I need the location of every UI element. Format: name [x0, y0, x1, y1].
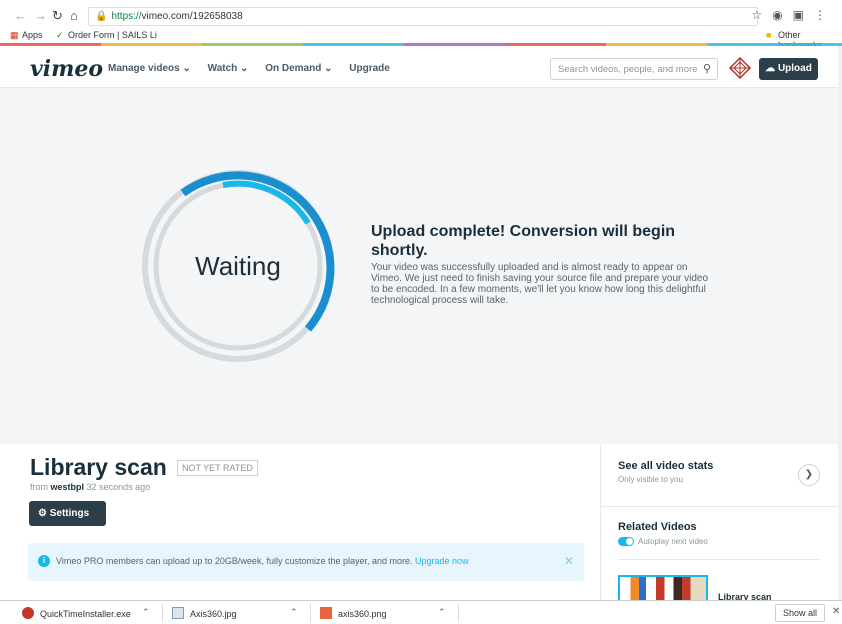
- address-bar[interactable]: 🔒 https://vimeo.com/192658038: [88, 7, 758, 26]
- related-video-thumbnail[interactable]: [618, 575, 708, 600]
- bookmark-icon: ✓: [56, 30, 64, 40]
- address-row: ← → ↻ ⌂ 🔒 https://vimeo.com/192658038 ☆◉▣…: [0, 6, 842, 28]
- upload-button[interactable]: ☁ Upload: [759, 58, 818, 80]
- search-icon[interactable]: ⚲: [703, 62, 711, 75]
- download-filename: Axis360.jpg: [190, 609, 237, 619]
- download-item[interactable]: axis360.png ⌃: [320, 607, 446, 619]
- page-scrollbar[interactable]: [838, 46, 842, 600]
- info-icon: i: [38, 555, 50, 567]
- search-input[interactable]: Search videos, people, and more ⚲: [550, 58, 718, 80]
- bookmark-apps[interactable]: Apps: [22, 30, 43, 40]
- video-info-panel: Library scan NOT YET RATED from westbpl …: [0, 444, 600, 600]
- autoplay-toggle[interactable]: [618, 537, 634, 546]
- divider: [310, 604, 311, 622]
- folder-icon: ■: [766, 30, 772, 40]
- nav-upgrade[interactable]: Upgrade: [349, 63, 390, 74]
- image-file-icon: [172, 607, 184, 619]
- video-stats-link[interactable]: See all video stats: [618, 460, 713, 472]
- close-icon[interactable]: ✕: [832, 606, 840, 617]
- download-bar: QuickTimeInstaller.exe ⌃ Axis360.jpg ⌃ a…: [0, 600, 842, 624]
- settings-label: Settings: [49, 508, 90, 519]
- upload-label: Upload: [777, 63, 812, 74]
- divider: [618, 559, 821, 560]
- promo-text: Vimeo PRO members can upload up to 20GB/…: [56, 556, 413, 566]
- byline-from: from: [30, 482, 48, 492]
- reload-icon[interactable]: ↻: [52, 8, 63, 24]
- divider: [162, 604, 163, 622]
- video-byline: from westbpl 32 seconds ago: [30, 482, 150, 492]
- close-icon[interactable]: ✕: [564, 554, 574, 568]
- url-text: vimeo.com/192658038: [141, 11, 243, 22]
- back-icon[interactable]: ←: [14, 8, 27, 23]
- vimeo-logo[interactable]: vimeo: [30, 56, 103, 82]
- video-title: Library scan: [30, 454, 167, 480]
- nav-watch[interactable]: Watch ⌄: [208, 63, 249, 74]
- show-all-button[interactable]: Show all: [775, 604, 825, 622]
- chevron-right-icon[interactable]: ❯: [798, 464, 820, 486]
- upload-time: 32 seconds ago: [86, 482, 151, 492]
- upload-complete-body: Your video was successfully uploaded and…: [371, 262, 709, 306]
- main-nav: Manage videos ⌄ Watch ⌄ On Demand ⌄ Upgr…: [108, 63, 404, 74]
- chevron-up-icon[interactable]: ⌃: [290, 607, 298, 618]
- user-avatar-icon[interactable]: [728, 56, 752, 80]
- browser-chrome: ← → ↻ ⌂ 🔒 https://vimeo.com/192658038 ☆◉▣…: [0, 0, 842, 50]
- lock-icon: 🔒: [95, 11, 108, 22]
- gear-icon: ⚙: [38, 508, 50, 519]
- chevron-up-icon[interactable]: ⌃: [142, 607, 150, 618]
- apps-grid-icon[interactable]: ▦: [10, 30, 19, 41]
- extension-icons[interactable]: ☆◉▣⋮: [751, 8, 836, 22]
- waiting-status: Waiting: [195, 251, 281, 281]
- upload-complete-title: Upload complete! Conversion will begin s…: [371, 223, 676, 259]
- download-filename: axis360.png: [338, 609, 387, 619]
- sidebar: See all video stats Only visible to you …: [600, 444, 839, 602]
- download-item[interactable]: QuickTimeInstaller.exe ⌃: [22, 607, 150, 619]
- bookmark-order-form[interactable]: Order Form | SAILS Li: [68, 30, 157, 40]
- uploader-link[interactable]: westbpl: [51, 482, 85, 492]
- download-filename: QuickTimeInstaller.exe: [40, 609, 131, 619]
- related-videos-heading: Related Videos: [618, 521, 697, 533]
- divider: [458, 604, 459, 622]
- home-icon[interactable]: ⌂: [70, 8, 78, 23]
- chevron-up-icon[interactable]: ⌃: [438, 607, 446, 618]
- autoplay-label: Autoplay next video: [638, 537, 708, 546]
- image-file-icon: [320, 607, 332, 619]
- nav-on-demand[interactable]: On Demand ⌄: [265, 63, 332, 74]
- search-placeholder: Search videos, people, and more: [558, 64, 698, 75]
- upload-cloud-icon: ☁: [765, 63, 778, 74]
- bookmarks-bar: ▦ Apps ✓ Order Form | SAILS Li ■ Other b…: [0, 27, 842, 50]
- stats-visibility-note: Only visible to you: [618, 475, 683, 484]
- rating-badge[interactable]: NOT YET RATED: [177, 460, 258, 476]
- download-item[interactable]: Axis360.jpg ⌃: [172, 607, 298, 619]
- divider: [601, 506, 839, 507]
- url-scheme: https://: [111, 11, 142, 22]
- forward-icon[interactable]: →: [34, 8, 47, 23]
- settings-button[interactable]: ⚙ Settings: [29, 501, 106, 526]
- nav-manage-videos[interactable]: Manage videos ⌄: [108, 63, 191, 74]
- progress-ring: Waiting: [138, 166, 338, 366]
- player-stage: Waiting Upload complete! Conversion will…: [0, 88, 838, 444]
- quicktime-file-icon: [22, 607, 34, 619]
- site-header: vimeo Manage videos ⌄ Watch ⌄ On Demand …: [0, 46, 842, 88]
- pro-promo-banner: i Vimeo PRO members can upload up to 20G…: [28, 543, 584, 581]
- upgrade-now-link[interactable]: Upgrade now: [415, 556, 469, 566]
